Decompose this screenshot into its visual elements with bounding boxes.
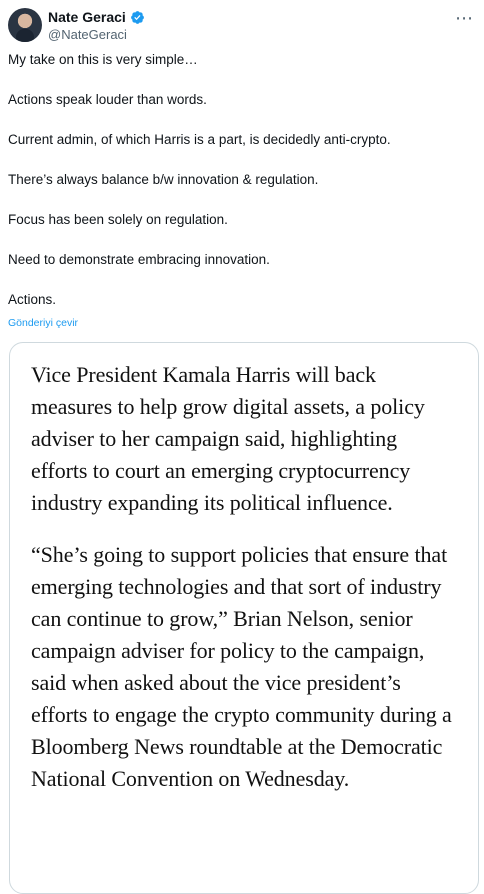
translate-post-link[interactable]: Gönderiyi çevir: [8, 316, 78, 330]
tweet-line: There’s always balance b/w innovation & …: [8, 172, 319, 187]
tweet-line: Current admin, of which Harris is a part…: [8, 132, 391, 147]
tweet-text: My take on this is very simple… Actions …: [8, 50, 478, 330]
tweet-line: My take on this is very simple…: [8, 52, 198, 67]
article-paragraph: Vice President Kamala Harris will back m…: [31, 362, 425, 515]
tweet-line: Actions speak louder than words.: [8, 92, 207, 107]
more-options-button[interactable]: ⋯: [452, 8, 476, 28]
author-name-row: Nate Geraci: [48, 9, 145, 26]
article-excerpt: Vice President Kamala Harris will back m…: [31, 359, 457, 815]
author-avatar[interactable]: [8, 8, 42, 42]
tweet-line: Focus has been solely on regulation.: [8, 212, 228, 227]
article-paragraph: “She’s going to support policies that en…: [31, 542, 452, 791]
tweet-line: Need to demonstrate embracing innovation…: [8, 252, 270, 267]
verified-badge-icon: [130, 10, 145, 25]
attached-article-image[interactable]: Vice President Kamala Harris will back m…: [9, 342, 479, 894]
tweet-line: Actions.: [8, 292, 57, 307]
tweet-header: Nate Geraci @NateGeraci ⋯: [8, 8, 476, 44]
author-handle[interactable]: @NateGeraci: [48, 27, 127, 43]
author-display-name[interactable]: Nate Geraci: [48, 9, 126, 26]
more-horizontal-icon: ⋯: [455, 8, 473, 28]
